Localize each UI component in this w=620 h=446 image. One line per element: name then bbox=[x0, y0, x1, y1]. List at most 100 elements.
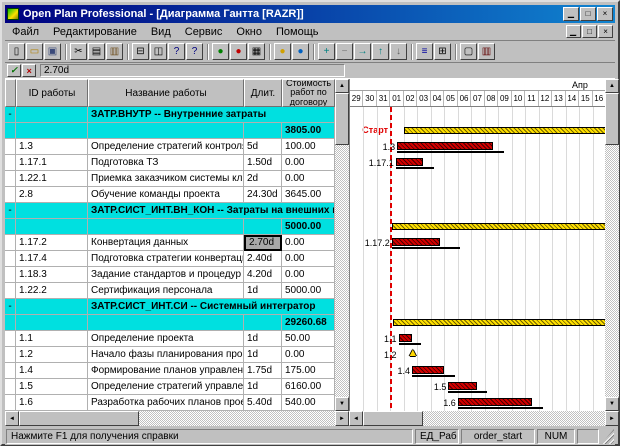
row-expand-cell[interactable] bbox=[5, 155, 16, 171]
scroll-down-button[interactable]: ▼ bbox=[605, 397, 619, 411]
row-duration-cell[interactable]: 1d bbox=[244, 331, 282, 347]
row-id-cell[interactable]: 1.3 bbox=[16, 139, 88, 155]
scrollbar-thumb[interactable] bbox=[363, 411, 423, 426]
row-duration-cell[interactable] bbox=[244, 315, 282, 331]
row-name-cell[interactable] bbox=[88, 219, 244, 235]
row-duration-cell[interactable]: 2.70d bbox=[244, 235, 282, 251]
screen-button[interactable]: ▢ bbox=[460, 43, 477, 60]
scrollbar-track[interactable] bbox=[335, 93, 349, 397]
row-duration-cell[interactable] bbox=[244, 123, 282, 139]
table-vertical-scrollbar[interactable]: ▲ ▼ bbox=[335, 79, 349, 411]
gantt-horizontal-scrollbar[interactable]: ◄ ► bbox=[349, 411, 619, 426]
scrollbar-thumb[interactable] bbox=[335, 93, 349, 145]
confirm-edit-button[interactable]: ✓ bbox=[7, 64, 21, 77]
context-help-button[interactable]: ? bbox=[186, 43, 203, 60]
help-button[interactable]: ? bbox=[168, 43, 185, 60]
view-network-button[interactable]: ⊞ bbox=[434, 43, 451, 60]
row-expand-cell[interactable] bbox=[5, 315, 16, 331]
row-id-cell[interactable]: 1.2 bbox=[16, 347, 88, 363]
row-id-cell[interactable]: 1.22.2 bbox=[16, 283, 88, 299]
cancel-edit-button[interactable]: × bbox=[22, 64, 36, 77]
link-button[interactable]: → bbox=[354, 43, 371, 60]
row-duration-cell[interactable] bbox=[244, 219, 282, 235]
row-name-cell[interactable] bbox=[88, 123, 244, 139]
row-duration-cell[interactable]: 1d bbox=[244, 379, 282, 395]
row-duration-cell[interactable]: 24.30d bbox=[244, 187, 282, 203]
row-name-cell[interactable]: Подготовка стратегии конвертации bbox=[88, 251, 244, 267]
row-expand-cell[interactable] bbox=[5, 331, 16, 347]
scroll-up-button[interactable]: ▲ bbox=[605, 79, 619, 93]
time-analysis-button[interactable]: ● bbox=[212, 43, 229, 60]
row-duration-cell[interactable]: 5d bbox=[244, 139, 282, 155]
row-expand-cell[interactable] bbox=[5, 251, 16, 267]
scroll-left-button[interactable]: ◄ bbox=[349, 411, 363, 426]
row-id-cell[interactable]: 1.5 bbox=[16, 379, 88, 395]
scrollbar-track[interactable] bbox=[363, 411, 605, 426]
row-duration-cell[interactable]: 1d bbox=[244, 283, 282, 299]
row-name-cell[interactable]: Обучение команды проекта bbox=[88, 187, 244, 203]
row-name-cell[interactable]: ЗАТР.СИСТ_ИНТ.СИ -- Системный интегратор bbox=[88, 299, 335, 315]
row-expand-cell[interactable]: - bbox=[5, 299, 16, 315]
scroll-right-button[interactable]: ► bbox=[335, 411, 349, 426]
zoom-out-button[interactable]: − bbox=[336, 43, 353, 60]
milestone-marker[interactable]: ▲ bbox=[407, 348, 418, 359]
menu-item-edit[interactable]: Редактирование bbox=[46, 24, 144, 40]
gantt-bar-task[interactable] bbox=[397, 142, 493, 150]
row-duration-cell[interactable]: 2.40d bbox=[244, 251, 282, 267]
row-id-cell[interactable] bbox=[16, 123, 88, 139]
row-cost-cell[interactable]: 50.00 bbox=[282, 331, 335, 347]
row-expand-cell[interactable] bbox=[5, 187, 16, 203]
resource-analysis-button[interactable]: ● bbox=[230, 43, 247, 60]
row-cost-cell[interactable]: 29260.68 bbox=[282, 315, 335, 331]
header-id[interactable]: ID работы bbox=[16, 79, 88, 107]
row-name-cell[interactable]: Подготовка ТЗ bbox=[88, 155, 244, 171]
row-expand-cell[interactable]: - bbox=[5, 203, 16, 219]
gantt-bar-summary[interactable] bbox=[404, 127, 605, 134]
table-horizontal-scrollbar[interactable]: ◄ ► bbox=[5, 411, 349, 426]
gantt-bar-task[interactable] bbox=[458, 398, 532, 406]
row-expand-cell[interactable] bbox=[5, 379, 16, 395]
app-icon[interactable] bbox=[7, 8, 19, 20]
copy-button[interactable]: ▤ bbox=[88, 43, 105, 60]
cut-button[interactable]: ✂ bbox=[70, 43, 87, 60]
new-button[interactable]: ▯ bbox=[8, 43, 25, 60]
gantt-bar-task[interactable] bbox=[396, 158, 423, 166]
scrollbar-thumb[interactable] bbox=[19, 411, 139, 426]
row-cost-cell[interactable]: 5000.00 bbox=[282, 283, 335, 299]
scrollbar-thumb[interactable] bbox=[605, 93, 619, 145]
row-id-cell[interactable]: 1.18.3 bbox=[16, 267, 88, 283]
row-id-cell[interactable]: 1.1 bbox=[16, 331, 88, 347]
row-name-cell[interactable]: Определение стратегий управления и bbox=[88, 379, 244, 395]
row-id-cell[interactable]: 1.17.4 bbox=[16, 251, 88, 267]
close-button[interactable]: × bbox=[597, 7, 613, 21]
row-name-cell[interactable]: Формирование планов управления bbox=[88, 363, 244, 379]
row-id-cell[interactable]: 2.8 bbox=[16, 187, 88, 203]
child-minimize-button[interactable]: ▁ bbox=[566, 25, 581, 38]
gantt-vertical-scrollbar[interactable]: ▲ ▼ bbox=[605, 79, 619, 411]
edit-value-field[interactable]: 2.70d bbox=[40, 64, 345, 77]
row-duration-cell[interactable]: 1d bbox=[244, 347, 282, 363]
move-down-button[interactable]: ↓ bbox=[390, 43, 407, 60]
row-expand-cell[interactable] bbox=[5, 171, 16, 187]
row-duration-cell[interactable]: 1.75d bbox=[244, 363, 282, 379]
row-cost-cell[interactable]: 6160.00 bbox=[282, 379, 335, 395]
maximize-button[interactable]: □ bbox=[580, 7, 596, 21]
print-button[interactable]: ⊟ bbox=[132, 43, 149, 60]
scroll-right-button[interactable]: ► bbox=[605, 411, 619, 426]
header-cost[interactable]: Стоимость работ по договору bbox=[282, 79, 335, 107]
row-expand-cell[interactable]: - bbox=[5, 107, 16, 123]
child-restore-button[interactable]: □ bbox=[582, 25, 597, 38]
row-expand-cell[interactable] bbox=[5, 139, 16, 155]
row-cost-cell[interactable]: 0.00 bbox=[282, 267, 335, 283]
row-cost-cell[interactable]: 540.00 bbox=[282, 395, 335, 411]
menu-item-file[interactable]: Файл bbox=[5, 24, 46, 40]
row-expand-cell[interactable] bbox=[5, 283, 16, 299]
row-id-cell[interactable]: 1.6 bbox=[16, 395, 88, 411]
zoom-in-button[interactable]: + bbox=[318, 43, 335, 60]
row-id-cell[interactable] bbox=[16, 203, 88, 219]
row-expand-cell[interactable] bbox=[5, 363, 16, 379]
gantt-bar-task[interactable] bbox=[399, 334, 412, 342]
row-name-cell[interactable]: Начало фазы планирования проекта bbox=[88, 347, 244, 363]
header-name[interactable]: Название работы bbox=[88, 79, 244, 107]
row-cost-cell[interactable]: 175.00 bbox=[282, 363, 335, 379]
